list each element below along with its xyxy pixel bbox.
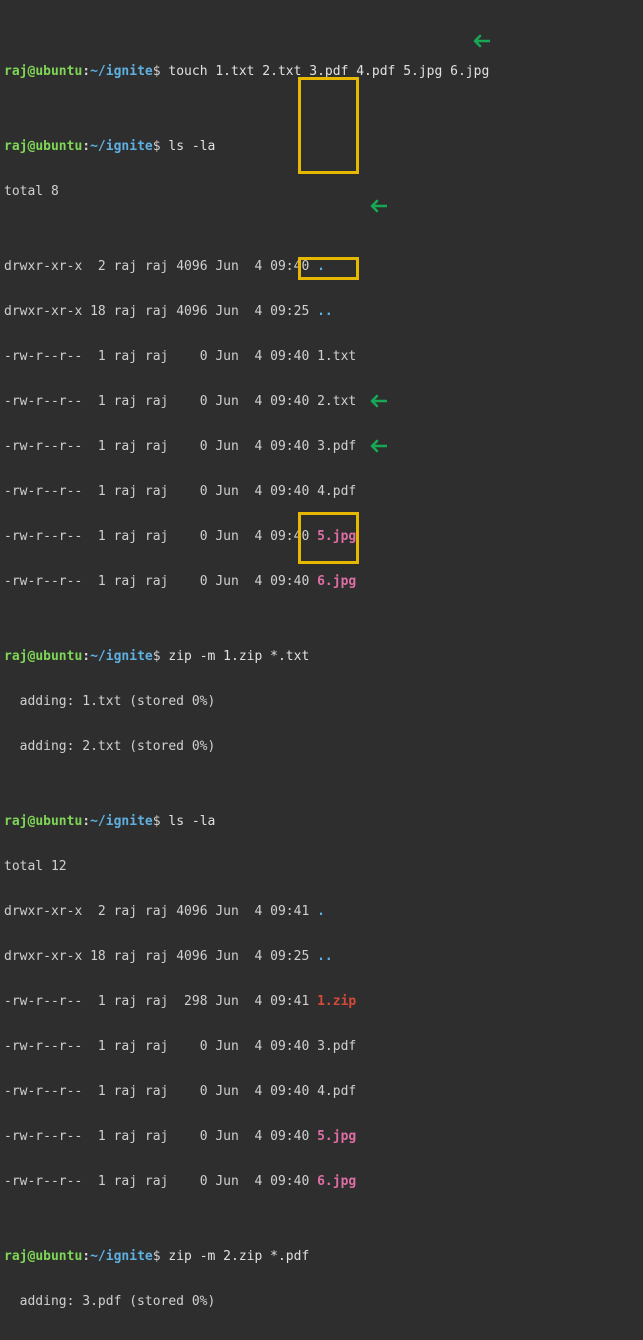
prompt-line: raj@ubuntu:~/ignite$ touch 1.txt 2.txt 3…: [4, 64, 639, 79]
ls-row: drwxr-xr-x 2 raj raj 4096 Jun 4 09:40 .: [4, 259, 639, 274]
prompt-path: ~/ignite: [90, 64, 153, 79]
annotation-arrow-icon: [365, 364, 387, 378]
file-name: 3.pdf: [317, 439, 356, 454]
prompt-user: raj: [4, 64, 27, 79]
prompt-line: raj@ubuntu:~/ignite$ ls -la: [4, 139, 639, 154]
prompt-host: ubuntu: [35, 64, 82, 79]
annotation-arrow-icon: [365, 169, 387, 183]
zip-output: adding: 2.txt (stored 0%): [4, 739, 639, 754]
file-name: 5.jpg: [317, 529, 356, 544]
prompt-dollar: $: [153, 64, 161, 79]
ls-row: -rw-r--r-- 1 raj raj 0 Jun 4 09:40 4.pdf: [4, 484, 639, 499]
file-name: 1.zip: [317, 994, 356, 1009]
ls-row: drwxr-xr-x 2 raj raj 4096 Jun 4 09:41 .: [4, 904, 639, 919]
ls-row: -rw-r--r-- 1 raj raj 0 Jun 4 09:40 6.jpg: [4, 574, 639, 589]
file-name: 6.jpg: [317, 1174, 356, 1189]
prompt-line: raj@ubuntu:~/ignite$ ls -la: [4, 814, 639, 829]
annotation-highlight-box: [298, 77, 359, 174]
ls-row: -rw-r--r-- 1 raj raj 0 Jun 4 09:40 3.pdf: [4, 439, 639, 454]
ls-row: -rw-r--r-- 1 raj raj 0 Jun 4 09:40 3.pdf: [4, 1039, 639, 1054]
prompt-line: raj@ubuntu:~/ignite$ zip -m 2.zip *.pdf: [4, 1249, 639, 1264]
ls-row: -rw-r--r-- 1 raj raj 0 Jun 4 09:40 2.txt: [4, 394, 639, 409]
cmd-ls: ls -la: [168, 139, 215, 154]
prompt-colon: :: [82, 64, 90, 79]
ls-row: -rw-r--r-- 1 raj raj 0 Jun 4 09:40 5.jpg: [4, 1129, 639, 1144]
zip-output: adding: 1.txt (stored 0%): [4, 694, 639, 709]
file-name: 4.pdf: [317, 1084, 356, 1099]
ls-row: -rw-r--r-- 1 raj raj 0 Jun 4 09:40 4.pdf: [4, 1084, 639, 1099]
annotation-arrow-icon: [468, 4, 490, 18]
file-name: ..: [317, 304, 333, 319]
total-line: total 12: [4, 859, 639, 874]
file-name: .: [317, 259, 325, 274]
terminal[interactable]: raj@ubuntu:~/ignite$ touch 1.txt 2.txt 3…: [0, 0, 643, 1340]
ls-row: -rw-r--r-- 1 raj raj 298 Jun 4 09:41 1.z…: [4, 994, 639, 1009]
cmd-zip: zip -m 2.zip *.pdf: [168, 1249, 309, 1264]
file-name: ..: [317, 949, 333, 964]
ls-row: drwxr-xr-x 18 raj raj 4096 Jun 4 09:25 .…: [4, 304, 639, 319]
file-name: 1.txt: [317, 349, 356, 364]
file-name: 5.jpg: [317, 1129, 356, 1144]
cmd-ls: ls -la: [168, 814, 215, 829]
ls-row: -rw-r--r-- 1 raj raj 0 Jun 4 09:40 6.jpg: [4, 1174, 639, 1189]
ls-row: drwxr-xr-x 18 raj raj 4096 Jun 4 09:25 .…: [4, 949, 639, 964]
ls-row: -rw-r--r-- 1 raj raj 0 Jun 4 09:40 5.jpg: [4, 529, 639, 544]
file-name: 4.pdf: [317, 484, 356, 499]
total-line: total 8: [4, 184, 639, 199]
file-name: .: [317, 904, 325, 919]
file-name: 3.pdf: [317, 1039, 356, 1054]
file-name: 2.txt: [317, 394, 356, 409]
cmd-zip: zip -m 1.zip *.txt: [168, 649, 309, 664]
annotation-arrow-icon: [365, 409, 387, 423]
file-name: 6.jpg: [317, 574, 356, 589]
zip-output: adding: 4.pdf (stored 0%): [4, 1339, 639, 1340]
ls-row: -rw-r--r-- 1 raj raj 0 Jun 4 09:40 1.txt: [4, 349, 639, 364]
cmd-touch: touch 1.txt 2.txt 3.pdf 4.pdf 5.jpg 6.jp…: [168, 64, 489, 79]
prompt-line: raj@ubuntu:~/ignite$ zip -m 1.zip *.txt: [4, 649, 639, 664]
zip-output: adding: 3.pdf (stored 0%): [4, 1294, 639, 1309]
